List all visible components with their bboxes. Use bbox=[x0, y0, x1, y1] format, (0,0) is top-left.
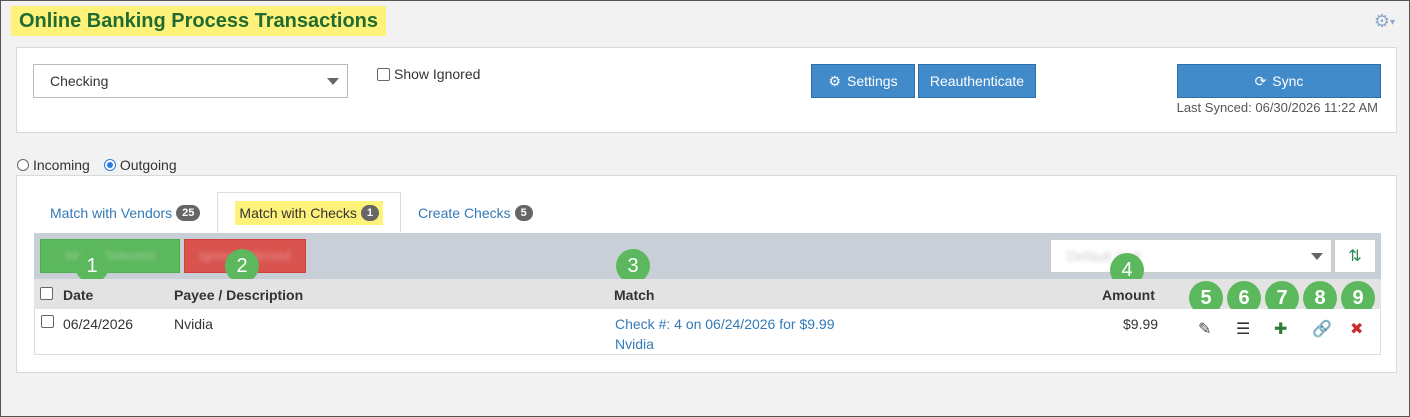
table-toolbar: Match Selected Ignore Selected Default S… bbox=[34, 233, 1381, 287]
row-checkbox[interactable] bbox=[41, 315, 54, 328]
tab-label: Match with Checks bbox=[239, 204, 357, 221]
table-header: Date Payee / Description Match Amount 5 … bbox=[34, 279, 1381, 315]
callout-3: 3 bbox=[616, 249, 650, 283]
sort-select-value: Default Sort bbox=[1067, 248, 1141, 264]
sort-icon: ⇅ bbox=[1348, 248, 1362, 265]
callout-2: 2 bbox=[225, 249, 259, 283]
sync-label: Sync bbox=[1272, 73, 1304, 89]
reauthenticate-button[interactable]: Reauthenticate bbox=[918, 64, 1036, 98]
outgoing-radio-dot[interactable] bbox=[103, 159, 116, 171]
show-ignored-label: Show Ignored bbox=[394, 66, 481, 82]
match-selected-button[interactable]: Match Selected bbox=[40, 239, 180, 273]
row-date: 06/24/2026 bbox=[63, 316, 134, 332]
settings-button[interactable]: ⚙ Settings bbox=[811, 64, 915, 98]
row-match-payee-link[interactable]: Nvidia bbox=[615, 336, 654, 352]
incoming-label: Incoming bbox=[33, 157, 90, 173]
tab-label: Create Checks bbox=[418, 204, 511, 221]
account-panel: Checking Show Ignored ⚙ Settings Reauthe… bbox=[16, 47, 1397, 133]
row-amount: $9.99 bbox=[1123, 316, 1159, 332]
header-amount[interactable]: Amount bbox=[1102, 287, 1155, 303]
select-all-checkbox[interactable] bbox=[40, 287, 53, 300]
header-match[interactable]: Match bbox=[614, 287, 654, 303]
incoming-radio-dot[interactable] bbox=[17, 159, 29, 171]
callout-1: 1 bbox=[75, 249, 109, 283]
header-date[interactable]: Date bbox=[63, 287, 93, 303]
table-row: 06/24/2026 Nvidia Check #: 4 on 06/24/20… bbox=[34, 309, 1381, 355]
edit-icon[interactable]: ✎ bbox=[1198, 319, 1211, 339]
show-ignored-checkbox[interactable] bbox=[377, 67, 390, 81]
list-icon[interactable]: ☰ bbox=[1236, 319, 1250, 339]
match-selected-label: Match Selected bbox=[65, 248, 155, 263]
count-badge: 1 bbox=[360, 204, 380, 221]
gear-menu[interactable]: ⚙▾ bbox=[1374, 11, 1395, 32]
show-ignored-toggle[interactable]: Show Ignored bbox=[377, 66, 480, 82]
outgoing-radio[interactable]: Outgoing bbox=[103, 157, 177, 173]
dropdown-arrow-icon bbox=[327, 78, 339, 85]
tab-create-checks[interactable]: Create Checks 5 bbox=[401, 192, 550, 233]
gear-icon: ⚙ bbox=[1373, 11, 1390, 31]
link-icon[interactable]: 🔗 bbox=[1312, 319, 1332, 339]
tab-match-vendors[interactable]: Match with Vendors 25 bbox=[33, 192, 217, 233]
plus-icon[interactable]: ✚ bbox=[1274, 319, 1287, 339]
row-match-link[interactable]: Check #: 4 on 06/24/2026 for $9.99 bbox=[615, 316, 835, 332]
refresh-icon: ⟳ bbox=[1254, 72, 1267, 89]
sort-direction-button[interactable]: ⇅ bbox=[1334, 239, 1376, 273]
header-payee[interactable]: Payee / Description bbox=[174, 287, 303, 303]
count-badge: 25 bbox=[176, 204, 201, 221]
transactions-panel: Match with Vendors 25 Match with Checks … bbox=[16, 175, 1397, 373]
tab-label-highlight: Match with Checks 1 bbox=[235, 200, 384, 225]
direction-radio-group: Incoming Outgoing bbox=[17, 157, 177, 173]
account-select[interactable]: Checking bbox=[33, 64, 348, 98]
tab-bar: Match with Vendors 25 Match with Checks … bbox=[33, 192, 550, 234]
count-badge: 5 bbox=[514, 204, 533, 221]
tab-match-checks[interactable]: Match with Checks 1 bbox=[217, 192, 402, 233]
caret-icon: ▾ bbox=[1389, 16, 1395, 28]
row-payee: Nvidia bbox=[174, 316, 213, 332]
tab-label: Match with Vendors bbox=[50, 204, 173, 221]
sort-select[interactable]: Default Sort bbox=[1050, 239, 1332, 273]
reauthenticate-label: Reauthenticate bbox=[929, 73, 1025, 89]
last-synced-text: Last Synced: 06/30/2026 11:22 AM bbox=[1176, 100, 1378, 115]
close-icon[interactable]: ✖ bbox=[1350, 319, 1363, 339]
incoming-radio[interactable]: Incoming bbox=[17, 157, 90, 173]
sync-button[interactable]: ⟳ Sync bbox=[1177, 64, 1381, 98]
dropdown-arrow-icon bbox=[1311, 253, 1323, 260]
gear-icon: ⚙ bbox=[828, 72, 841, 89]
settings-label: Settings bbox=[846, 73, 898, 89]
page-title: Online Banking Process Transactions bbox=[11, 6, 387, 36]
outgoing-label: Outgoing bbox=[119, 157, 177, 173]
account-select-value: Checking bbox=[50, 73, 109, 89]
